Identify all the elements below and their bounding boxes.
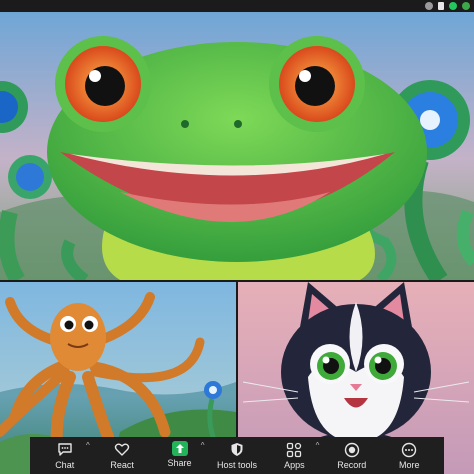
connection-status-icon[interactable] [462,2,470,10]
status-dot-icon [425,2,433,10]
host-tools-button[interactable]: Host tools [209,437,265,474]
frog-video-feed [0,12,474,280]
record-label: Record [337,460,367,470]
react-button[interactable]: React [94,437,150,474]
status-window-icon[interactable] [438,2,444,10]
chat-options-chevron-icon[interactable]: ^ [86,442,90,450]
heart-icon [113,441,131,458]
top-status-icons [425,1,470,11]
record-button[interactable]: Record [324,437,380,474]
meeting-toolbar: Chat ^ React Share ^ Host tools Apps ^ R… [30,437,444,474]
apps-button[interactable]: Apps ^ [266,437,322,474]
react-label: React [110,460,134,470]
chat-button[interactable]: Chat ^ [37,437,93,474]
share-label: Share [167,458,192,468]
apps-label: Apps [284,460,305,470]
host-tools-label: Host tools [216,460,257,470]
apps-options-chevron-icon[interactable]: ^ [316,442,320,450]
video-tile-main-speaker[interactable] [0,12,474,280]
more-label: More [398,460,420,470]
share-button[interactable]: Share ^ [152,437,208,474]
share-arrow-icon [171,441,188,456]
chat-label: Chat [55,460,75,470]
more-dots-icon [400,441,418,458]
security-status-icon[interactable] [449,2,457,10]
record-icon [343,441,361,458]
top-status-bar [0,0,474,12]
shield-icon [228,441,246,458]
chat-bubble-icon [56,441,74,458]
share-options-chevron-icon[interactable]: ^ [201,442,205,450]
more-button[interactable]: More [381,437,437,474]
apps-grid-icon [285,441,303,458]
